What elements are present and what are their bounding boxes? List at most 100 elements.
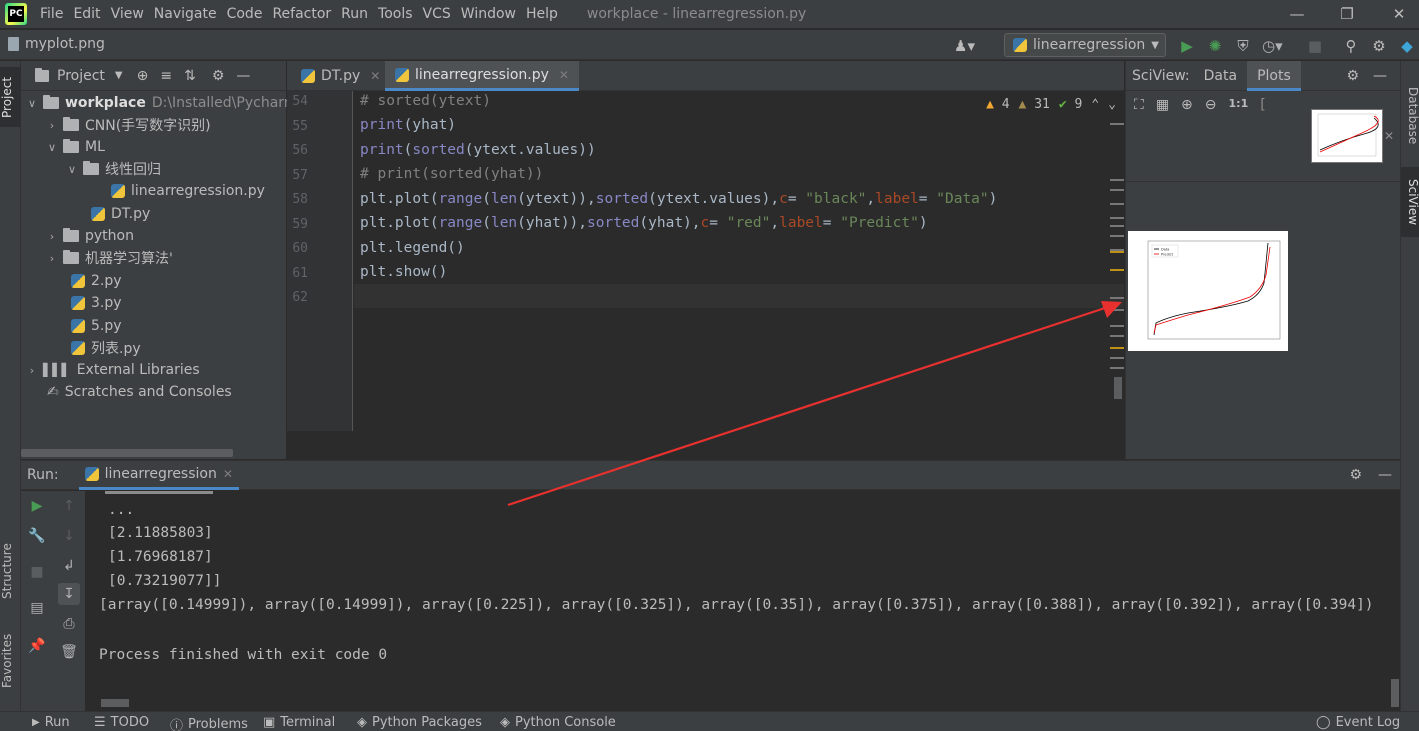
favorites-tool-tab[interactable]: Favorites	[0, 621, 21, 701]
tree-item-ml-algorithms[interactable]: › 机器学习算法'	[47, 247, 173, 269]
status-event-log[interactable]: ◯ Event Log	[1316, 715, 1400, 730]
debug-icon[interactable]: ✺	[1206, 37, 1224, 55]
close-tab-icon[interactable]: ✕	[370, 69, 380, 83]
status-problems[interactable]: ⓘ Problems	[170, 715, 248, 731]
fit-icon[interactable]: ⛶	[1134, 97, 1144, 113]
breadcrumb[interactable]: myplot.png	[8, 36, 105, 52]
chevron-right-icon[interactable]: ›	[47, 119, 57, 132]
search-icon[interactable]: ⚲	[1342, 37, 1360, 55]
run-configuration-select[interactable]: linearregression ▼	[1004, 33, 1166, 57]
chevron-right-icon[interactable]: ›	[47, 230, 57, 243]
wrench-icon[interactable]: 🔧	[26, 525, 48, 547]
toolbox-icon[interactable]: ◆	[1398, 37, 1416, 55]
status-python-console[interactable]: ◈ Python Console	[500, 715, 616, 730]
plot-image[interactable]: Data Predict	[1128, 231, 1288, 351]
chevron-up-icon[interactable]: ⌃	[1091, 97, 1099, 112]
chevron-right-icon[interactable]: ›	[27, 364, 37, 377]
chevron-down-icon[interactable]: ∨	[27, 97, 37, 110]
menu-file[interactable]: File	[35, 6, 68, 22]
chevron-down-icon[interactable]: ▼	[115, 70, 123, 81]
restore-icon[interactable]: ❐	[1332, 3, 1362, 25]
sciview-tool-tab[interactable]: SciView	[1401, 167, 1419, 237]
tree-item-linear-regression-folder[interactable]: ∨ 线性回归	[67, 158, 161, 180]
console-vertical-scrollbar[interactable]	[1391, 679, 1399, 707]
tab-dt-py[interactable]: DT.py ✕	[291, 61, 390, 91]
pin-icon[interactable]: 📌	[26, 635, 48, 657]
tree-item-5-py[interactable]: 5.py	[71, 315, 122, 337]
status-python-packages[interactable]: ◈ Python Packages	[357, 715, 482, 730]
grid-icon[interactable]: ▦	[1156, 97, 1169, 113]
gear-icon[interactable]: ⚙	[1349, 467, 1362, 483]
chevron-down-icon[interactable]: ∨	[67, 163, 77, 176]
settings-icon[interactable]: ⚙	[1370, 37, 1388, 55]
tree-item-cnn[interactable]: › CNN(手写数字识别)	[47, 114, 211, 136]
zoom-out-icon[interactable]: ⊖	[1205, 97, 1217, 113]
close-tab-icon[interactable]: ✕	[559, 68, 569, 82]
user-icon[interactable]: ♟▾	[954, 37, 975, 55]
console-horizontal-scrollbar[interactable]	[101, 699, 129, 707]
menu-code[interactable]: Code	[222, 6, 268, 22]
error-stripe[interactable]	[1108, 119, 1124, 431]
hide-icon[interactable]: —	[236, 68, 250, 84]
menu-help[interactable]: Help	[521, 6, 563, 22]
arrow-down-icon[interactable]: ↓	[58, 525, 80, 547]
run-icon[interactable]: ▶	[1178, 37, 1196, 55]
close-thumbnail-icon[interactable]: ✕	[1384, 129, 1394, 143]
stop-icon[interactable]: ■	[26, 561, 48, 583]
horizontal-scrollbar[interactable]	[21, 449, 233, 457]
tree-item-ml[interactable]: ∨ ML	[47, 136, 105, 158]
zoom-in-icon[interactable]: ⊕	[1181, 97, 1193, 113]
tree-item-external-libraries[interactable]: › ▌▌▌ External Libraries	[27, 359, 200, 381]
actual-size-button[interactable]: 1:1	[1229, 97, 1249, 113]
soft-wrap-icon[interactable]: ↲	[58, 555, 80, 577]
trash-icon[interactable]: 🗑	[58, 641, 80, 663]
menu-edit[interactable]: Edit	[68, 6, 105, 22]
expand-all-icon[interactable]: ≡	[160, 68, 172, 84]
close-tab-icon[interactable]: ✕	[223, 467, 233, 481]
run-console[interactable]: ... [2.11885803] [1.76968187] [0.7321907…	[85, 491, 1400, 711]
minimize-icon[interactable]: —	[1282, 3, 1312, 25]
menu-tools[interactable]: Tools	[373, 6, 418, 22]
scroll-to-end-icon[interactable]: ↧	[58, 583, 80, 605]
tab-data[interactable]: Data	[1194, 61, 1247, 91]
structure-tool-tab[interactable]: Structure	[0, 531, 21, 611]
menu-refactor[interactable]: Refactor	[267, 6, 336, 22]
tree-item-workplace[interactable]: ∨ workplace D:\Installed\Pycharm\w	[27, 92, 314, 114]
project-tool-tab[interactable]: Project	[0, 67, 21, 127]
tree-item-2-py[interactable]: 2.py	[71, 270, 122, 292]
status-terminal[interactable]: ▣ Terminal	[263, 715, 335, 730]
menu-window[interactable]: Window	[456, 6, 521, 22]
gear-icon[interactable]: ⚙	[212, 68, 225, 84]
chevron-right-icon[interactable]: ›	[47, 252, 57, 265]
collapse-all-icon[interactable]: ⇅	[184, 68, 196, 84]
stop-icon[interactable]: ■	[1306, 37, 1324, 55]
menu-navigate[interactable]: Navigate	[149, 6, 222, 22]
tab-run-linearregression[interactable]: linearregression ✕	[78, 460, 239, 490]
locate-icon[interactable]: ⊕	[137, 68, 149, 84]
tree-item-scratches[interactable]: ✍ Scratches and Consoles	[47, 381, 232, 403]
profile-icon[interactable]: ◷▾	[1262, 37, 1283, 55]
menu-vcs[interactable]: VCS	[418, 6, 456, 22]
status-todo[interactable]: ☰ TODO	[94, 715, 149, 730]
print-icon[interactable]: ⎙	[58, 613, 80, 635]
tree-item-python[interactable]: › python	[47, 225, 134, 247]
database-tool-tab[interactable]: Database	[1401, 71, 1419, 161]
hide-icon[interactable]: —	[1373, 68, 1387, 84]
coverage-icon[interactable]: ⛨	[1234, 37, 1252, 55]
arrow-up-icon[interactable]: ↑	[58, 495, 80, 517]
rerun-icon[interactable]: ▶	[26, 495, 48, 517]
chevron-down-icon[interactable]: ∨	[47, 141, 57, 154]
layout-icon[interactable]: ▤	[26, 597, 48, 619]
tree-item-linearregression-py[interactable]: linearregression.py	[111, 180, 265, 202]
close-icon[interactable]: ✕	[1384, 3, 1414, 25]
hide-icon[interactable]: —	[1378, 467, 1392, 483]
gear-icon[interactable]: ⚙	[1346, 68, 1359, 84]
tree-item-3-py[interactable]: 3.py	[71, 292, 122, 314]
tree-item-dt-py[interactable]: DT.py	[91, 203, 150, 225]
project-title[interactable]: Project	[57, 68, 105, 84]
chevron-down-icon[interactable]: ⌄	[1108, 97, 1116, 112]
tree-item-list-py[interactable]: 列表.py	[71, 337, 141, 359]
menu-run[interactable]: Run	[336, 6, 373, 22]
tab-plots[interactable]: Plots	[1247, 60, 1301, 91]
code-editor[interactable]: # sorted(ytext) print(yhat) print(sorted…	[354, 91, 1124, 431]
